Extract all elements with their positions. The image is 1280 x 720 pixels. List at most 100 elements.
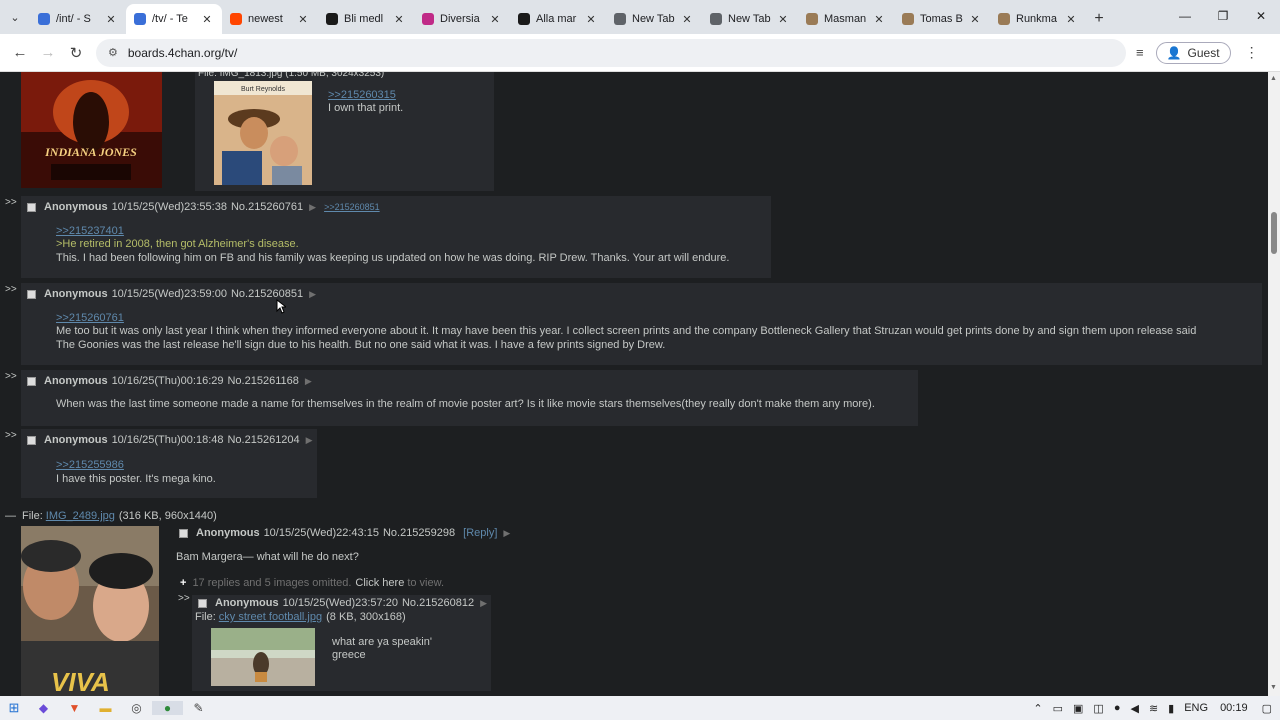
- post-number[interactable]: No.215261204: [227, 434, 299, 446]
- browser-tab[interactable]: newest ✕: [222, 4, 318, 34]
- file-link[interactable]: IMG_2489.jpg: [46, 510, 115, 522]
- post-number[interactable]: No.215259298: [383, 527, 455, 539]
- windows-start-icon[interactable]: ⊞: [0, 700, 28, 716]
- close-tab-icon[interactable]: ✕: [296, 13, 310, 26]
- brave-icon[interactable]: ▼: [59, 701, 90, 715]
- close-tab-icon[interactable]: ✕: [1064, 13, 1078, 26]
- app-icon-4[interactable]: ◎: [121, 701, 152, 715]
- post-message: I own that print.: [328, 102, 404, 114]
- bam-margera-thumbnail[interactable]: VIVA: [21, 526, 159, 696]
- cky-street-football-thumbnail[interactable]: [211, 628, 315, 686]
- post-menu-icon[interactable]: ▶: [503, 528, 510, 539]
- close-tab-icon[interactable]: ✕: [392, 13, 406, 26]
- power-icon[interactable]: ▮: [1168, 702, 1174, 715]
- post-message-line: Me too but it was only last year I think…: [56, 325, 1197, 337]
- post-number[interactable]: No.215261168: [227, 375, 298, 387]
- tray-app-icon[interactable]: ▣: [1073, 702, 1083, 715]
- reload-icon[interactable]: ↻: [62, 44, 90, 62]
- browser-tab[interactable]: Alla mar ✕: [510, 4, 606, 34]
- select-checkbox[interactable]: [27, 289, 36, 299]
- menu-icon[interactable]: ⋮: [1245, 44, 1259, 61]
- backlink[interactable]: >>215260851: [324, 202, 380, 212]
- chrome-icon[interactable]: ●: [152, 701, 183, 715]
- browser-tab[interactable]: /tv/ - Te ✕: [126, 4, 222, 34]
- indiana-jones-poster-thumbnail[interactable]: INDIANA JONES: [21, 72, 162, 188]
- tray-chevron-icon[interactable]: ⌃: [1033, 702, 1042, 715]
- tab-favicon-icon: [38, 13, 50, 25]
- maximize-icon[interactable]: ❐: [1204, 0, 1242, 32]
- close-tab-icon[interactable]: ✕: [584, 13, 598, 26]
- quotelink[interactable]: >>215260315: [328, 89, 396, 103]
- minimize-icon[interactable]: —: [1166, 0, 1204, 32]
- tab-label: New Tab: [632, 13, 675, 25]
- site-info-icon[interactable]: ⚙: [108, 46, 118, 59]
- post-number[interactable]: No.215260851: [231, 288, 303, 300]
- quotelink[interactable]: >>215260761: [56, 312, 124, 326]
- browser-tab[interactable]: /int/ - S ✕: [30, 4, 126, 34]
- profile-button[interactable]: 👤 Guest: [1155, 41, 1231, 64]
- omitted-info: + 17 replies and 5 images omitted. Click…: [180, 577, 445, 589]
- scrollbar-thumb[interactable]: [1271, 212, 1277, 254]
- post-message-line: The Goonies was the last release he'll s…: [56, 339, 666, 351]
- battery-icon[interactable]: ▭: [1053, 702, 1063, 715]
- wifi-icon[interactable]: ≋: [1149, 702, 1158, 715]
- post-menu-icon[interactable]: ▶: [305, 376, 312, 387]
- post-number[interactable]: No.215260812: [402, 597, 474, 609]
- forward-icon[interactable]: →: [34, 44, 62, 61]
- post-menu-icon[interactable]: ▶: [309, 289, 316, 300]
- quotelink[interactable]: >>215237401: [56, 225, 124, 239]
- notification-icon[interactable]: ▢: [1262, 702, 1272, 715]
- post-menu-icon[interactable]: ▶: [480, 598, 487, 609]
- reading-mode-icon[interactable]: ≡: [1136, 45, 1144, 60]
- close-tab-icon[interactable]: ✕: [776, 13, 790, 26]
- scroll-up-icon[interactable]: ▲: [1270, 75, 1277, 82]
- browser-tab[interactable]: Diversia ✕: [414, 4, 510, 34]
- close-window-icon[interactable]: ✕: [1242, 0, 1280, 32]
- tab-search-icon[interactable]: ⌄: [0, 0, 30, 34]
- post-number[interactable]: No.215260761: [231, 201, 303, 213]
- browser-tab[interactable]: Bli medl ✕: [318, 4, 414, 34]
- close-tab-icon[interactable]: ✕: [872, 13, 886, 26]
- file-line: File: cky street football.jpg (8 KB, 300…: [195, 611, 406, 623]
- file-link[interactable]: cky street football.jpg: [219, 611, 322, 623]
- tab-favicon-icon: [902, 13, 914, 25]
- close-tab-icon[interactable]: ✕: [680, 13, 694, 26]
- browser-tab[interactable]: Tomas B ✕: [894, 4, 990, 34]
- microphone-icon[interactable]: ●: [1114, 702, 1121, 714]
- select-checkbox[interactable]: [27, 435, 36, 445]
- browser-tab[interactable]: Masman ✕: [798, 4, 894, 34]
- address-bar[interactable]: ⚙ boards.4chan.org/tv/: [96, 38, 1126, 67]
- select-checkbox[interactable]: [179, 528, 188, 538]
- post-header: Anonymous 10/16/25(Thu)00:16:29 No.21526…: [27, 375, 312, 387]
- browser-tab[interactable]: New Tab ✕: [702, 4, 798, 34]
- browser-tab[interactable]: New Tab ✕: [606, 4, 702, 34]
- volume-icon[interactable]: ◀: [1130, 702, 1138, 715]
- clock[interactable]: 00:19: [1220, 702, 1248, 714]
- select-checkbox[interactable]: [27, 376, 36, 386]
- browser-tab[interactable]: Runkma ✕: [990, 4, 1086, 34]
- file-explorer-icon[interactable]: ▬: [90, 701, 121, 715]
- hide-thread-icon[interactable]: —: [5, 510, 16, 522]
- app-icon-6[interactable]: ✎: [183, 701, 214, 715]
- select-checkbox[interactable]: [27, 202, 36, 212]
- scroll-down-icon[interactable]: ▼: [1270, 684, 1277, 691]
- expand-thread-link[interactable]: Click here: [355, 577, 404, 589]
- network-icon[interactable]: ◫: [1093, 702, 1103, 715]
- back-icon[interactable]: ←: [6, 44, 34, 61]
- post-menu-icon[interactable]: ▶: [306, 435, 313, 446]
- close-tab-icon[interactable]: ✕: [200, 13, 214, 26]
- expand-icon[interactable]: +: [180, 577, 186, 589]
- new-tab-button[interactable]: +: [1086, 4, 1112, 34]
- quotelink[interactable]: >>215255986: [56, 459, 124, 473]
- reply-button[interactable]: [Reply]: [463, 527, 497, 539]
- language-indicator[interactable]: ENG: [1184, 702, 1208, 714]
- poster-name: Anonymous: [196, 527, 260, 539]
- page-scrollbar[interactable]: ▲ ▼: [1268, 72, 1280, 696]
- burt-reynolds-print-thumbnail[interactable]: Burt Reynolds: [214, 81, 312, 185]
- app-icon-1[interactable]: ◆: [28, 701, 59, 715]
- select-checkbox[interactable]: [198, 598, 207, 608]
- close-tab-icon[interactable]: ✕: [488, 13, 502, 26]
- close-tab-icon[interactable]: ✕: [104, 13, 118, 26]
- post-menu-icon[interactable]: ▶: [309, 202, 316, 213]
- close-tab-icon[interactable]: ✕: [968, 13, 982, 26]
